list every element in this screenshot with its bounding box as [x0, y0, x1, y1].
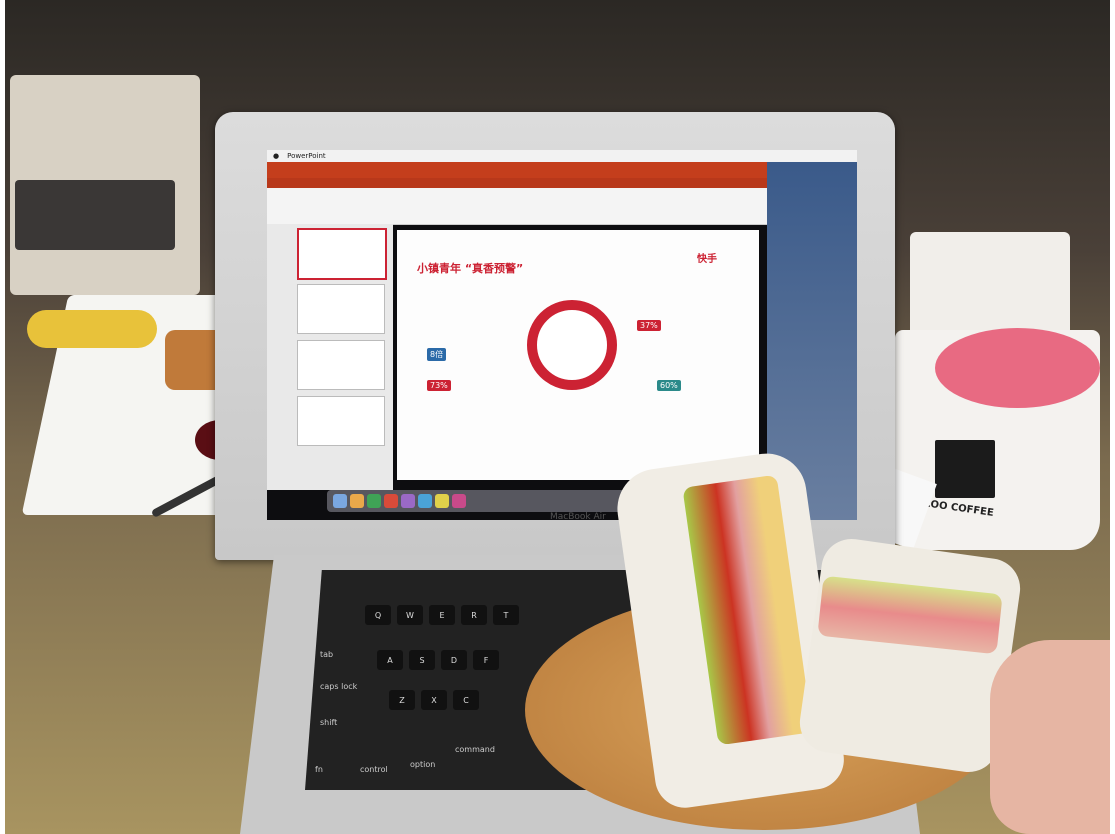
key[interactable]: X — [421, 690, 447, 710]
key[interactable]: A — [377, 650, 403, 670]
slide-thumb — [297, 340, 385, 390]
key[interactable]: Q — [365, 605, 391, 625]
ppt-titlebar — [267, 162, 767, 178]
key[interactable]: T — [493, 605, 519, 625]
key[interactable]: C — [453, 690, 479, 710]
dock-icon — [333, 494, 347, 508]
badge: 60% — [657, 380, 681, 391]
key-label: tab — [320, 650, 334, 659]
dock-icon — [367, 494, 381, 508]
key[interactable]: W — [397, 605, 423, 625]
ppt-toolbar — [267, 188, 767, 225]
mac-menubar: ● PowerPoint — [267, 150, 857, 162]
hand — [990, 640, 1110, 834]
menubar-app-name: PowerPoint — [287, 152, 326, 160]
laptop-brand: MacBook Air — [550, 512, 606, 522]
slide-thumb — [297, 228, 387, 280]
key[interactable]: E — [429, 605, 455, 625]
dock-icon — [435, 494, 449, 508]
key[interactable]: D — [441, 650, 467, 670]
key-label: control — [360, 765, 388, 774]
key[interactable]: Z — [389, 690, 415, 710]
giraffe-logo-icon — [935, 440, 995, 498]
key-label: command — [455, 745, 495, 754]
handbag-flap — [15, 180, 175, 250]
badge: 73% — [427, 380, 451, 391]
slide-brand: 快手 — [697, 254, 717, 265]
key-label: shift — [320, 718, 338, 727]
dock-icon — [401, 494, 415, 508]
badge: 37% — [637, 320, 661, 331]
cafe-scene: ZOO COFFEE ● PowerPoint 小镇青年 “真香预警” 快手 3… — [5, 0, 1110, 834]
dock-icon — [350, 494, 364, 508]
slide-thumbnails — [267, 224, 393, 490]
pink-latte — [935, 328, 1100, 408]
key[interactable]: S — [409, 650, 435, 670]
slide-thumb — [297, 284, 385, 334]
dock-icon — [384, 494, 398, 508]
slide-title: 小镇青年 “真香预警” — [417, 262, 524, 275]
key[interactable]: F — [473, 650, 499, 670]
key-label: caps lock — [320, 682, 358, 691]
banana — [27, 310, 157, 348]
apple-icon: ● — [273, 152, 280, 160]
slide-canvas: 小镇青年 “真香预警” 快手 37% 8倍 73% 60% — [397, 230, 759, 480]
key-label: fn — [315, 765, 323, 774]
portrait-ring — [527, 300, 617, 390]
key[interactable]: R — [461, 605, 487, 625]
dock-icon — [452, 494, 466, 508]
badge: 8倍 — [427, 348, 447, 361]
key-label: option — [410, 760, 436, 769]
ppt-tab-strip — [267, 178, 767, 188]
slide-thumb — [297, 396, 385, 446]
dock-icon — [418, 494, 432, 508]
